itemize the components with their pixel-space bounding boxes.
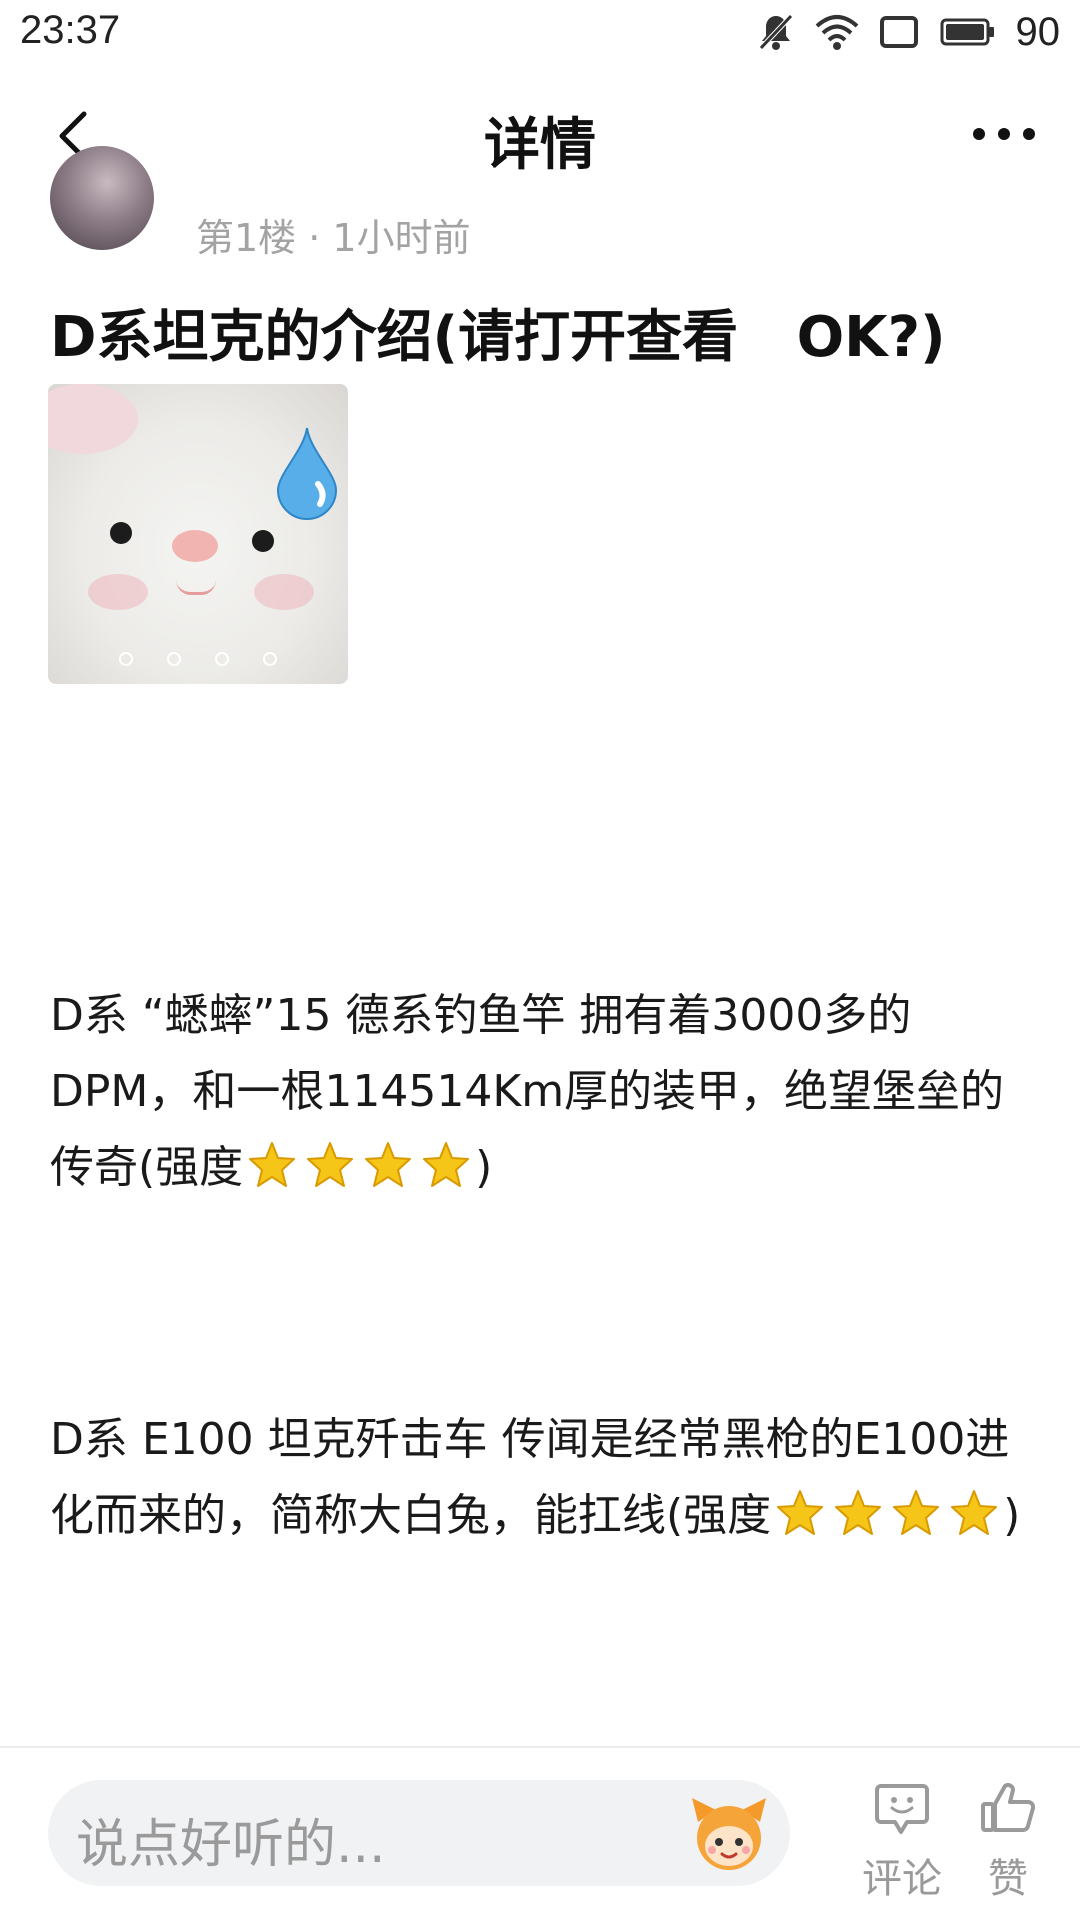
battery-icon	[940, 18, 994, 46]
post-image[interactable]	[48, 384, 348, 684]
more-options-button[interactable]	[964, 100, 1044, 168]
like-label: 赞	[988, 1856, 1028, 1902]
paragraph-text: D系 “蟋蟀”15 德系钓鱼竿 拥有着3000多的DPM，和一根114514Km…	[50, 990, 1005, 1193]
more-horizontal-icon	[973, 128, 1035, 140]
post-meta: 第1楼 · 1小时前	[196, 216, 471, 260]
bottom-divider	[0, 1746, 1080, 1748]
comment-button[interactable]: 评论	[852, 1780, 952, 1904]
image-ear-left	[48, 384, 138, 454]
star-rating	[771, 1490, 1003, 1541]
page-dot	[119, 652, 133, 666]
mascot-emoji-icon[interactable]	[688, 1792, 770, 1874]
image-eye-left	[110, 522, 132, 544]
star-icon	[893, 1490, 940, 1535]
page-dot	[215, 652, 229, 666]
paragraph-closing: )	[475, 1142, 493, 1193]
star-icon	[365, 1142, 412, 1187]
image-blush-right	[254, 574, 314, 610]
star-icon	[951, 1490, 998, 1535]
image-mouth	[176, 580, 216, 595]
status-icons: 90	[756, 6, 1061, 58]
star-icon	[835, 1490, 882, 1535]
image-eye-right	[252, 530, 274, 552]
post-paragraph-1: D系 “蟋蟀”15 德系钓鱼竿 拥有着3000多的DPM，和一根114514Km…	[50, 978, 1040, 1206]
comment-label: 评论	[862, 1856, 942, 1902]
nav-bar: 详情	[0, 66, 1080, 206]
star-icon	[249, 1142, 296, 1187]
mute-notification-icon	[758, 14, 793, 50]
image-nose	[172, 530, 218, 562]
page-title: 详情	[484, 113, 596, 178]
screen-rotation-icon	[879, 16, 918, 48]
page-dot	[263, 652, 277, 666]
star-icon	[423, 1142, 470, 1187]
like-button[interactable]: 赞	[958, 1780, 1058, 1904]
wifi-icon	[815, 15, 858, 50]
comment-placeholder: 说点好听的...	[76, 1815, 386, 1875]
thumbs-up-icon	[981, 1783, 1036, 1832]
sweat-drop-icon	[276, 427, 338, 520]
star-rating	[243, 1142, 475, 1193]
status-bar: 23:37 90	[0, 0, 1080, 66]
status-time: 23:37	[20, 8, 121, 52]
comment-icon	[875, 1784, 929, 1834]
battery-percent: 90	[1015, 9, 1061, 54]
star-icon	[307, 1142, 354, 1187]
page-dot	[167, 652, 181, 666]
image-page-indicator	[48, 652, 348, 666]
star-icon	[777, 1490, 824, 1535]
image-blush-left	[88, 574, 148, 610]
paragraph-closing: )	[1003, 1490, 1021, 1541]
comment-input[interactable]: 说点好听的...	[48, 1780, 790, 1886]
post-title: D系坦克的介绍(请打开查看 OK?)	[50, 305, 946, 370]
post-paragraph-2: D系 E100 坦克歼击车 传闻是经常黑枪的E100进化而来的，简称大白兔，能扛…	[50, 1402, 1040, 1554]
avatar[interactable]	[50, 146, 154, 250]
